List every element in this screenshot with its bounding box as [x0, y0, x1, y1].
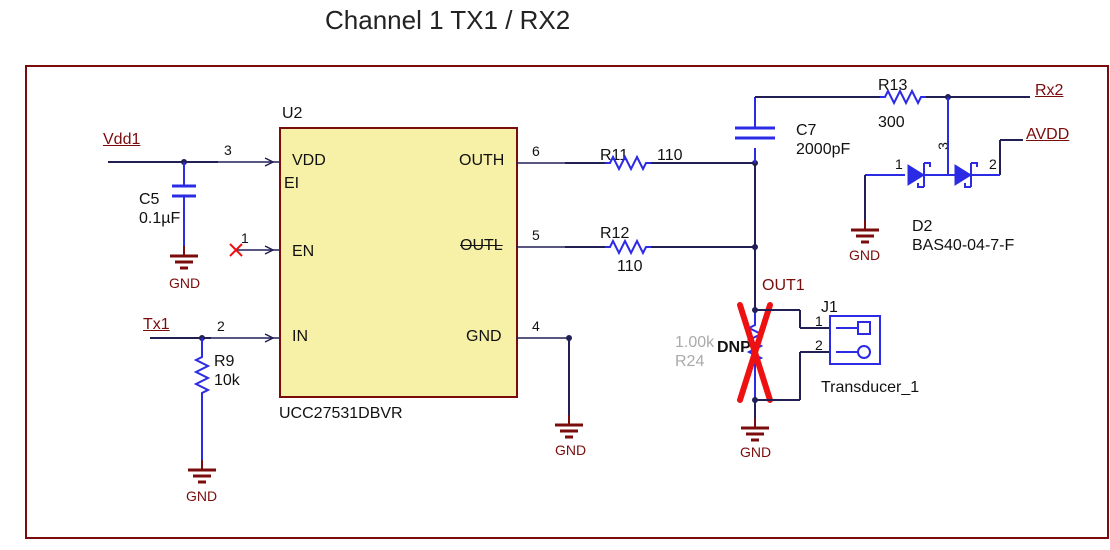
- schematic-canvas: Channel 1 TX1 / RX2 U2 UCC27531DBVR VDD …: [0, 0, 1110, 550]
- schematic-wires: [0, 0, 1110, 550]
